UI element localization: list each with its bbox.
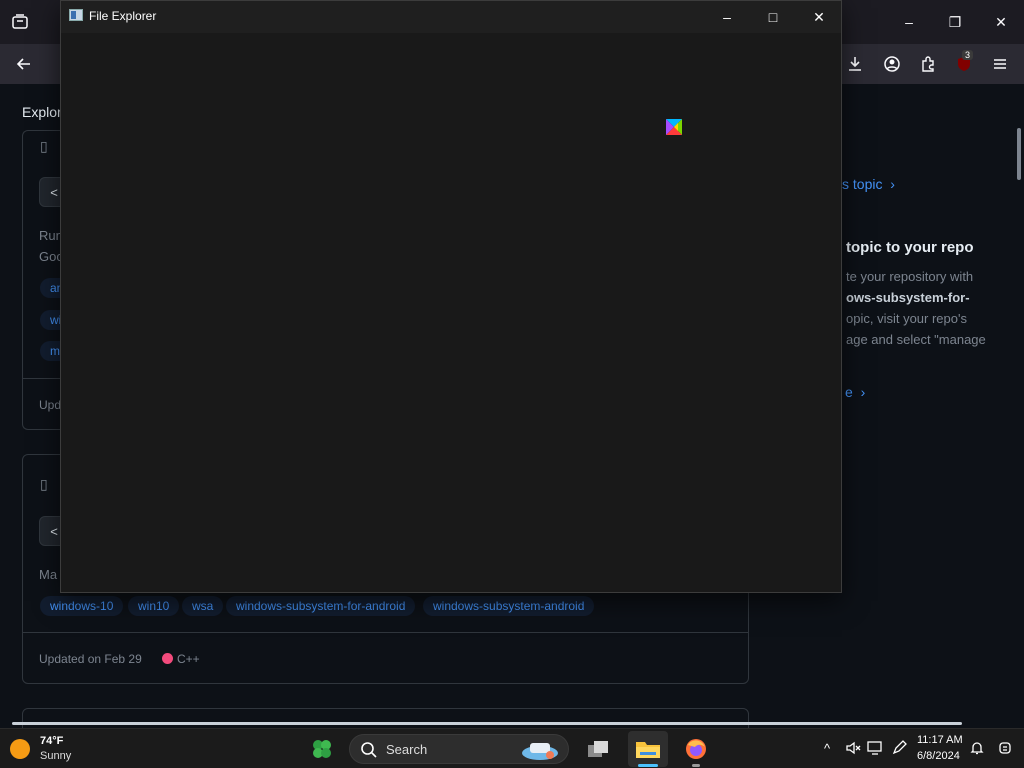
language-color-dot [162,653,173,664]
repo-updated: Upd [39,398,62,412]
browser-close-button[interactable]: ✕ [986,8,1016,36]
file-explorer-titlebar[interactable]: File Explorer – □ ✕ [61,1,841,33]
repo-icon: ▯ [40,476,48,492]
minimize-button[interactable]: – [707,5,747,29]
task-view-icon [588,741,608,757]
sidebar-line: age and select "manage [846,332,986,347]
sidebar-line: ows-subsystem-for- [846,290,970,305]
weather-temperature[interactable]: 74°F [40,735,63,747]
running-indicator [692,764,700,767]
card-divider [23,378,63,379]
extension-badge: 3 [962,50,974,60]
topic-chip[interactable]: windows-subsystem-for-android [226,596,416,616]
language-label: C++ [177,652,200,666]
sidebar-heading: topic to your repo [846,239,974,256]
loading-spinner-icon [666,119,682,135]
clock-date[interactable]: 6/8/2024 [917,750,960,762]
learn-more-label: e [845,384,853,400]
topic-chip[interactable]: windows-10 [40,596,124,616]
pen-icon[interactable] [890,739,908,757]
search-label: Search [386,742,428,757]
repo-updated: Updated on Feb 29 [39,652,142,666]
copilot-icon[interactable] [996,739,1014,757]
browser-minimize-button[interactable]: – [894,8,924,36]
extensions-icon[interactable] [916,52,940,76]
clock-time[interactable]: 11:17 AM [917,734,963,746]
back-arrow-icon[interactable] [12,52,36,76]
topic-chip[interactable]: wsa [182,596,224,616]
file-explorer-window: File Explorer – □ ✕ [60,0,842,593]
repo-icon: ▯ [40,138,48,154]
folder-icon [636,742,660,758]
search-highlight-icon [522,743,558,760]
taskbar-search[interactable]: Search [349,734,569,764]
download-icon[interactable] [843,52,867,76]
card-divider [23,632,748,633]
task-view-button[interactable] [578,731,618,767]
horizontal-scrollbar[interactable] [12,722,962,725]
sidebar-line: opic, visit your repo's [846,311,967,326]
sidebar-line: te your repository with [846,269,974,284]
vertical-scrollbar[interactable] [1017,128,1021,180]
learn-more-link[interactable]: e › [845,384,865,400]
repo-language: C++ [162,652,200,666]
window-title: File Explorer [89,9,157,23]
active-indicator [638,764,658,767]
chevron-up-icon[interactable]: ^ [818,739,836,757]
topic-link-label: s topic [842,176,883,192]
firefox-taskbar-button[interactable] [676,731,716,767]
speaker-muted-icon[interactable] [844,739,862,757]
topic-chip[interactable]: win10 [128,596,180,616]
repo-description: Ma [39,567,58,582]
menu-hamburger-icon[interactable] [988,52,1012,76]
maximize-button[interactable]: □ [753,5,793,29]
topic-link[interactable]: s topic › [842,176,895,192]
bell-icon[interactable] [968,739,986,757]
weather-sun-icon[interactable] [10,739,30,759]
file-explorer-taskbar-button[interactable] [628,731,668,767]
taskbar: 74°F Sunny Search ^ 11:17 AM 6/8/2024 [0,728,1024,768]
display-icon[interactable] [866,739,884,757]
topic-chip[interactable]: windows-subsystem-android [423,596,595,616]
tab-overview-icon[interactable] [8,10,32,34]
firefox-icon [686,739,706,759]
search-icon [361,742,377,758]
clover-icon [313,740,331,758]
file-explorer-icon [69,9,83,21]
weather-condition[interactable]: Sunny [40,750,71,762]
account-icon[interactable] [880,52,904,76]
widgets-button[interactable] [302,731,342,767]
sidebar-description: te your repository with ows-subsystem-fo… [846,266,1024,350]
browser-restore-button[interactable]: ❐ [940,8,970,36]
close-button[interactable]: ✕ [799,5,839,29]
